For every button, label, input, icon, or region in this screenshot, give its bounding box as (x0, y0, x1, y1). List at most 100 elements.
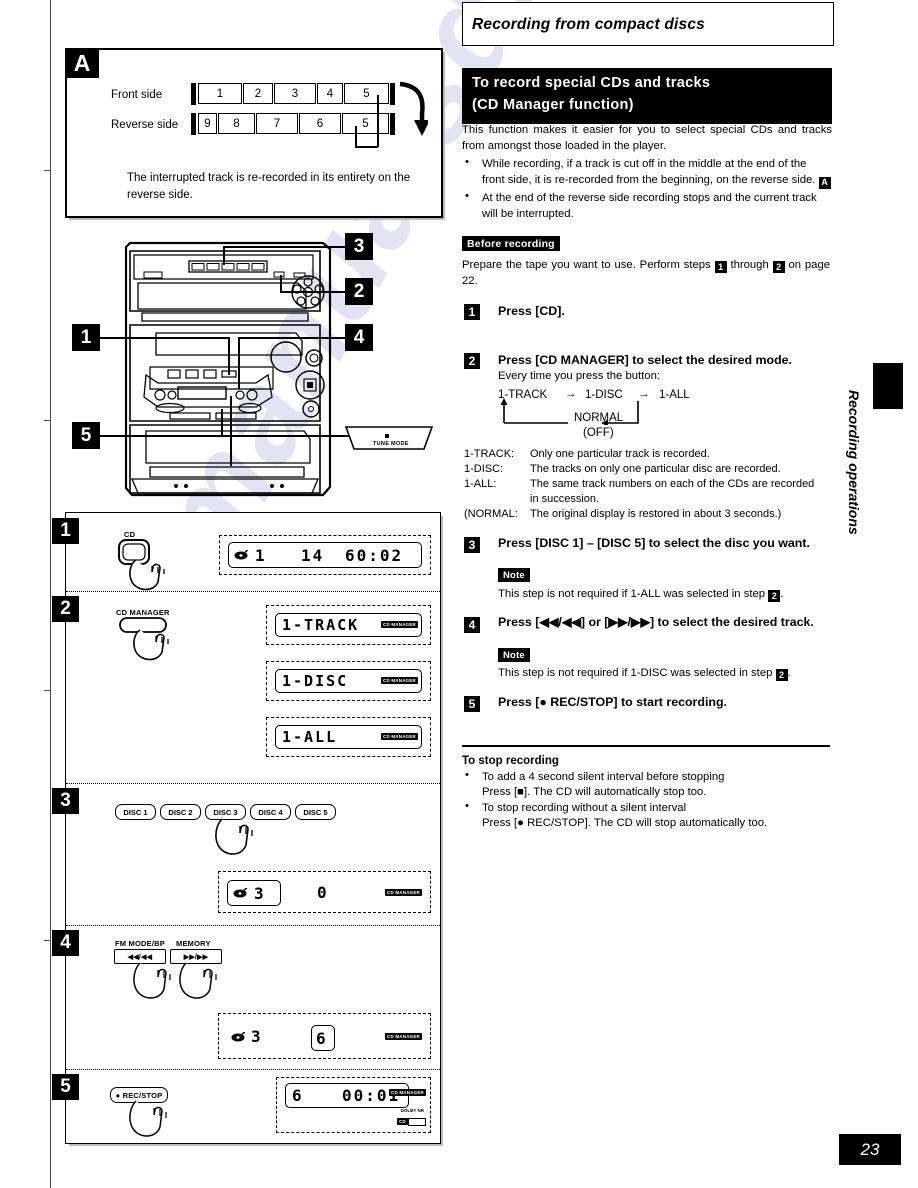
reverse-track-8: 8 (218, 113, 255, 134)
ref-tag-1: 1 (714, 261, 727, 274)
right-step-4-title: Press [◀◀/◀◀] or [▶▶/▶▶] to select the d… (498, 615, 814, 629)
disc-icon (231, 1032, 245, 1042)
chapter-title: Recording from compact discs (472, 16, 705, 33)
step-3-number: 3 (52, 788, 79, 814)
section-heading-line2: (CD Manager function) (472, 96, 634, 113)
tape-end-bar (191, 113, 196, 135)
right-step-1-number: 1 (464, 304, 480, 320)
lcd-display-1disc: 1-DISC CD MANAGER (266, 661, 431, 701)
front-track-3: 3 (274, 83, 316, 104)
reverse-side-label: Reverse side (111, 119, 179, 131)
margin-tick (44, 690, 50, 691)
track-link-line (355, 126, 357, 147)
lcd-track-number: 14 (301, 546, 325, 565)
page-number: 23 (839, 1134, 901, 1165)
hand-pointer-icon (215, 818, 253, 855)
right-step-5-title: Press [● REC/STOP] to start recording. (498, 695, 727, 709)
step-5-number: 5 (52, 1074, 79, 1100)
cd-manager-button-press-icon[interactable] (114, 616, 194, 676)
callout-1: 1 (72, 324, 100, 351)
margin-tick (44, 170, 50, 171)
right-step-3-title: Press [DISC 1] – [DISC 5] to select the … (498, 536, 810, 550)
lcd-time: 60:02 (345, 546, 404, 565)
lcd-display-1all: 1-ALL CD MANAGER (266, 717, 431, 757)
before-recording-label: Before recording (462, 236, 560, 251)
callout-5: 5 (72, 422, 100, 449)
cd-manager-badge: CD MANAGER (389, 1089, 426, 1096)
callout-2: 2 (345, 278, 373, 305)
section-bullet-2: At the end of the reverse side recording… (482, 192, 817, 221)
definition-term-1: 1-TRACK: (464, 448, 515, 460)
callout-line (230, 396, 232, 466)
right-step-1-title: Press [CD]. (498, 304, 565, 318)
front-track-5: 5 (344, 83, 389, 104)
section-heading: To record special CDs and tracks (CD Man… (462, 68, 832, 124)
lcd-display-step1: 1 14 60:02 (219, 535, 431, 575)
front-side-label: Front side (111, 89, 163, 101)
definition-desc-4: The original display is restored in abou… (530, 508, 782, 520)
tape-end-bar (191, 83, 196, 105)
page-vertical-rule (50, 0, 51, 1188)
definition-desc-3: The same track numbers on each of the CD… (530, 478, 815, 506)
step-divider (66, 925, 440, 926)
panel-a-tag: A (65, 48, 99, 78)
to-stop-item-1-line1: To add a 4 second silent interval before… (482, 771, 725, 783)
margin-tick (44, 940, 50, 941)
section-heading-line1: To record special CDs and tracks (472, 75, 711, 91)
cd-manager-badge: CD MANAGER (381, 733, 418, 740)
fm-mode-bp-label: FM MODE/BP (115, 939, 165, 948)
callout-line (238, 337, 240, 389)
ref-tag-a: A (818, 176, 831, 189)
flip-arrow-icon (399, 81, 428, 136)
lcd-disc-number: 3 (254, 884, 266, 903)
to-stop-item-2-line1: To stop recording without a silent inter… (482, 802, 687, 814)
dolby-nr-indicator: DOLBY NR (400, 1108, 424, 1113)
right-step-5-number: 5 (464, 696, 480, 712)
callout-line (100, 337, 228, 339)
section-intro: This function makes it easier for you to… (462, 124, 832, 153)
ref-tag-2: 2 (775, 669, 788, 682)
lcd-disc-number: 6 (292, 1086, 304, 1105)
cd-manager-badge: CD MANAGER (381, 621, 418, 628)
definition-desc-1: Only one particular track is recorded. (530, 448, 710, 460)
step-divider (66, 1069, 440, 1070)
lcd-mode-text: 1-TRACK (282, 616, 360, 634)
manual-page: manualsdb.com A Front side Reverse side … (0, 0, 918, 1188)
front-track-2: 2 (243, 83, 273, 104)
right-step-3-number: 3 (464, 537, 480, 553)
hand-pointer-icon (133, 962, 171, 999)
disc-icon (234, 550, 248, 560)
disc-2-button[interactable]: DISC 2 (160, 804, 201, 820)
flow-loop-arrows (500, 398, 639, 425)
margin-tick (44, 420, 50, 421)
step-divider (66, 591, 440, 592)
reverse-track-9: 9 (198, 113, 217, 134)
section-bullet-1: While recording, if a track is cut off i… (482, 156, 832, 189)
disc-5-button[interactable]: DISC 5 (295, 804, 336, 820)
callout-line (280, 275, 282, 292)
reverse-track-5: 5 (342, 113, 389, 134)
reverse-track-7: 7 (256, 113, 298, 134)
callout-3: 3 (345, 233, 373, 260)
hand-pointer-icon (179, 962, 217, 999)
right-step-2-number: 2 (464, 353, 480, 369)
lcd-display-step5: 6 00:01 CD MANAGER DOLBY NR CD (276, 1077, 431, 1133)
lcd-disc-number: 3 (251, 1027, 263, 1046)
callout-line (221, 409, 223, 436)
note-label-4: Note (498, 648, 530, 662)
lcd-track-number: 6 (316, 1029, 328, 1048)
step-2-number: 2 (52, 596, 79, 622)
ref-tag-2: 2 (768, 590, 781, 603)
callout-line (223, 246, 225, 265)
bullet-dot: • (465, 800, 469, 812)
disc-1-button[interactable]: DISC 1 (115, 804, 156, 820)
lcd-disc-number: 1 (255, 546, 267, 565)
to-stop-item-1-line2: Press [■]. The CD will automatically sto… (482, 786, 707, 798)
right-step-4-note: This step is not required if 1-DISC was … (498, 667, 791, 682)
callout-line (223, 246, 346, 248)
side-tab-marker (873, 363, 903, 409)
definition-desc-2: The tracks on only one particular disc a… (530, 463, 781, 475)
stereo-system-diagram: TUNE MODE 3 2 1 4 5 (58, 225, 446, 510)
lcd-mode-text: 1-ALL (282, 728, 338, 746)
right-step-2-sub: Every time you press the button: (498, 370, 661, 382)
